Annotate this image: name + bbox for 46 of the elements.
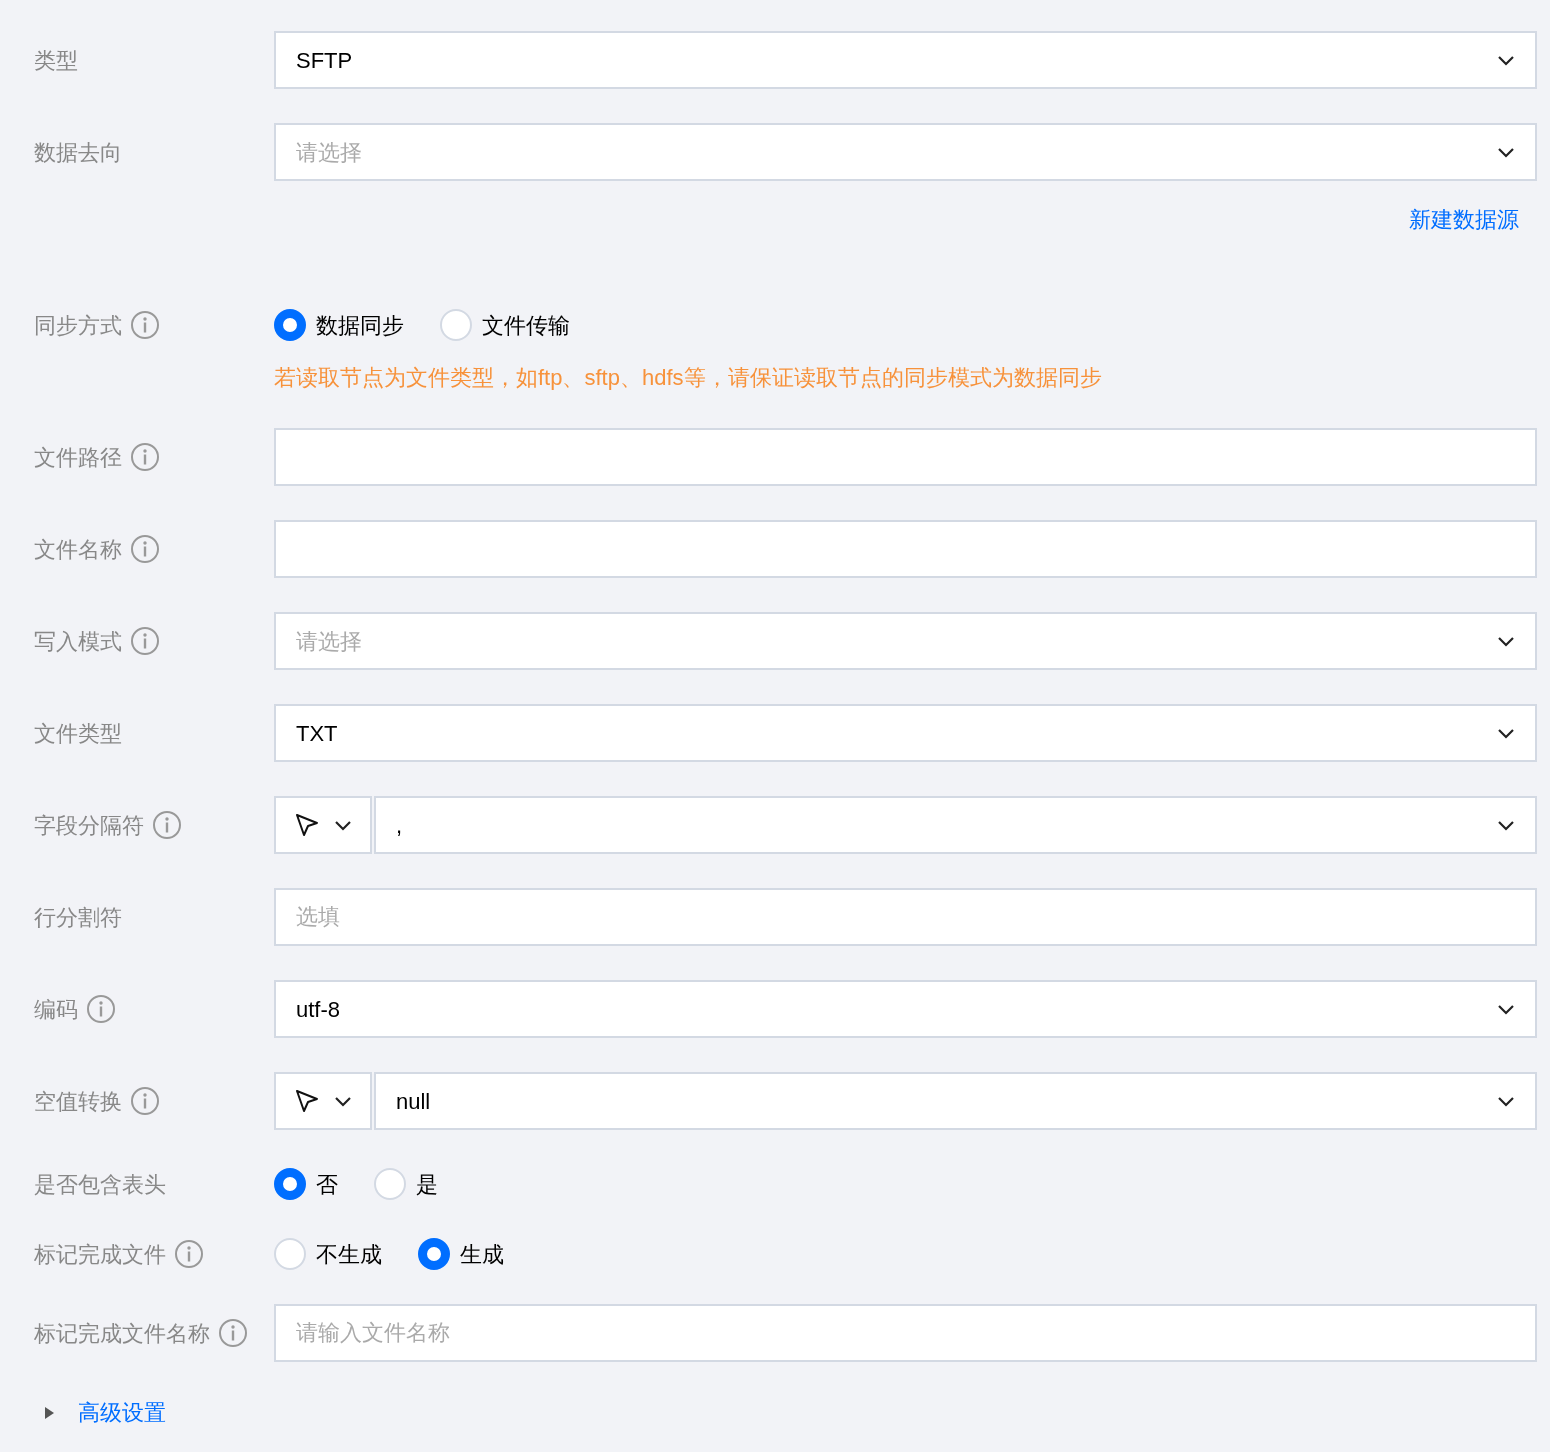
input-field[interactable]: 请输入文件名称 [274, 1304, 1537, 1362]
field-label: 标记完成文件 [34, 1240, 166, 1269]
hint-text: 若读取节点为文件类型，如ftp、sftp、hdfs等，请保证读取节点的同步模式为数据同步 [274, 364, 1103, 392]
radio-option[interactable]: 数据同步 [274, 308, 404, 342]
chevron-down-icon [1497, 1003, 1515, 1015]
radio-option[interactable]: 否 [274, 1167, 338, 1201]
field-label: 数据去向 [34, 138, 122, 167]
select-field[interactable]: SFTP [274, 31, 1537, 89]
field-label: 文件路径 [34, 443, 122, 472]
radio-option[interactable]: 文件传输 [440, 308, 570, 342]
field-label: 写入模式 [34, 627, 122, 656]
radio-option[interactable]: 是 [374, 1167, 438, 1201]
cursor-arrow-icon [294, 812, 320, 838]
mode-dropdown[interactable] [274, 796, 372, 854]
cursor-arrow-icon [294, 1088, 320, 1114]
chevron-down-icon [1497, 1095, 1515, 1107]
field-label: 标记完成文件名称 [34, 1319, 210, 1348]
radio-option[interactable]: 生成 [418, 1237, 504, 1271]
input-field[interactable]: 选填 [274, 888, 1537, 946]
input-field[interactable] [274, 520, 1537, 578]
select-field[interactable]: utf-8 [274, 980, 1537, 1038]
select-field[interactable]: , [374, 796, 1537, 854]
chevron-down-icon [1497, 146, 1515, 158]
chevron-down-icon [1497, 635, 1515, 647]
new-datasource-link[interactable]: 新建数据源 [1409, 205, 1519, 235]
field-label: 字段分隔符 [34, 811, 144, 840]
chevron-down-icon [1497, 819, 1515, 831]
chevron-down-icon [334, 1095, 352, 1107]
field-label: 文件类型 [34, 719, 122, 748]
chevron-down-icon [1497, 54, 1515, 66]
field-label: 空值转换 [34, 1087, 122, 1116]
field-label: 文件名称 [34, 535, 122, 564]
triangle-icon[interactable] [42, 1405, 56, 1420]
field-label: 类型 [34, 46, 78, 75]
select-field[interactable]: null [374, 1072, 1537, 1130]
mode-dropdown[interactable] [274, 1072, 372, 1130]
chevron-down-icon [1497, 727, 1515, 739]
field-label: 编码 [34, 995, 78, 1024]
advanced-settings-link[interactable]: 高级设置 [78, 1396, 166, 1429]
field-label: 行分割符 [34, 903, 122, 932]
radio-option[interactable]: 不生成 [274, 1237, 382, 1271]
input-field[interactable] [274, 428, 1537, 486]
field-label: 同步方式 [34, 311, 122, 340]
field-label: 是否包含表头 [34, 1170, 166, 1199]
chevron-down-icon [334, 819, 352, 831]
select-field[interactable]: TXT [274, 704, 1537, 762]
